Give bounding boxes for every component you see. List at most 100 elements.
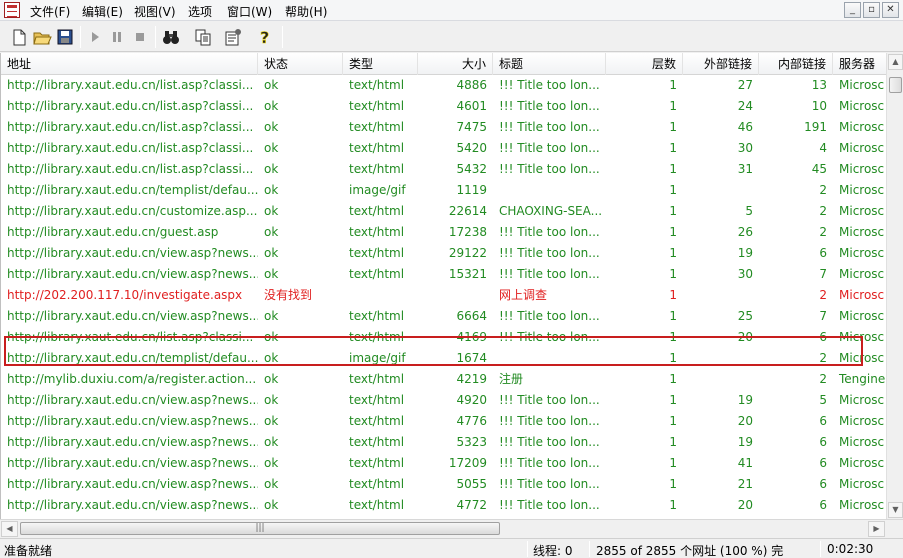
- pause-icon[interactable]: [106, 26, 128, 48]
- horizontal-scroll-thumb[interactable]: |||: [20, 522, 500, 535]
- cell-size: 29122: [448, 246, 487, 260]
- binoculars-icon[interactable]: [160, 26, 182, 48]
- cell-server: Microsc: [839, 330, 885, 344]
- table-row[interactable]: http://library.xaut.edu.cn/view.asp?news…: [1, 432, 886, 453]
- column-header-title[interactable]: 标题: [493, 53, 606, 75]
- cell-size: 4920: [456, 393, 487, 407]
- cell-type: text/html: [349, 393, 405, 407]
- cell-status: ok: [264, 456, 279, 470]
- cell-server: Microsc: [839, 162, 885, 176]
- properties-icon[interactable]: [222, 26, 244, 48]
- menu-view[interactable]: 视图(V): [134, 3, 176, 20]
- cell-internal-links: 191: [804, 120, 827, 134]
- table-row[interactable]: http://library.xaut.edu.cn/list.asp?clas…: [1, 96, 886, 117]
- table-row[interactable]: http://library.xaut.edu.cn/customize.asp…: [1, 201, 886, 222]
- app-icon[interactable]: [4, 2, 20, 18]
- help-icon[interactable]: ?: [254, 26, 276, 48]
- status-threads: 线程: 0: [533, 544, 573, 558]
- column-header-type[interactable]: 类型: [343, 53, 418, 75]
- scroll-up-icon[interactable]: ▲: [888, 54, 903, 70]
- menu-help[interactable]: 帮助(H): [285, 3, 327, 20]
- open-folder-icon[interactable]: [31, 26, 53, 48]
- cell-internal-links: 2: [819, 372, 827, 386]
- save-icon[interactable]: [54, 26, 76, 48]
- cell-server: Microsc: [839, 477, 885, 491]
- column-header-external-links[interactable]: 外部链接: [683, 53, 759, 75]
- restore-button[interactable]: ▫: [863, 2, 880, 18]
- column-header-level[interactable]: 层数: [606, 53, 683, 75]
- table-row[interactable]: http://library.xaut.edu.cn/guest.asp ok te…: [1, 222, 886, 243]
- table-row[interactable]: http://library.xaut.edu.cn/view.asp?news…: [1, 495, 886, 516]
- table-row[interactable]: http://library.xaut.edu.cn/view.asp?news…: [1, 390, 886, 411]
- toolbar-separator: [282, 26, 283, 48]
- cell-url: http://library.xaut.edu.cn/list.asp?clas…: [7, 99, 254, 113]
- table-row[interactable]: http://library.xaut.edu.cn/view.asp?news…: [1, 306, 886, 327]
- menu-options[interactable]: 选项: [188, 3, 212, 20]
- table-row[interactable]: http://library.xaut.edu.cn/list.asp?clas…: [1, 159, 886, 180]
- table-row[interactable]: http://library.xaut.edu.cn/list.asp?clas…: [1, 117, 886, 138]
- table-row[interactable]: http://library.xaut.edu.cn/view.asp?news…: [1, 243, 886, 264]
- cell-type: image/gif: [349, 351, 406, 365]
- cell-size: 1674: [456, 351, 487, 365]
- cell-url: http://library.xaut.edu.cn/list.asp?clas…: [7, 78, 254, 92]
- column-header-server[interactable]: 服务器: [833, 53, 886, 75]
- close-button[interactable]: ✕: [882, 2, 899, 18]
- cell-size: 5323: [456, 435, 487, 449]
- horizontal-scrollbar[interactable]: ◀ ||| ▶: [0, 519, 903, 537]
- cell-title: !!! Title too lon...: [499, 477, 600, 491]
- cell-external-links: 25: [737, 309, 753, 323]
- minimize-button[interactable]: _: [844, 2, 861, 18]
- table-row[interactable]: http://mylib.duxiu.com/a/register.action…: [1, 369, 886, 390]
- cell-status: ok: [264, 330, 279, 344]
- cell-url: http://202.200.117.10/investigate.aspx: [7, 288, 243, 302]
- new-file-icon[interactable]: [8, 26, 30, 48]
- cell-server: Microsc: [839, 393, 885, 407]
- stop-icon[interactable]: [129, 26, 151, 48]
- vertical-scrollbar[interactable]: ▲ ▼: [886, 53, 903, 519]
- table-row[interactable]: http://library.xaut.edu.cn/view.asp?news…: [1, 411, 886, 432]
- menu-window[interactable]: 窗口(W): [227, 3, 272, 20]
- scroll-right-icon[interactable]: ▶: [868, 521, 885, 537]
- table-row[interactable]: http://library.xaut.edu.cn/view.asp?news…: [1, 264, 886, 285]
- table-row[interactable]: http://library.xaut.edu.cn/view.asp?news…: [1, 453, 886, 474]
- column-header-url[interactable]: 地址: [1, 53, 258, 75]
- cell-server: Microsc: [839, 99, 885, 113]
- column-header-status[interactable]: 状态: [258, 53, 343, 75]
- cell-server: Microsc: [839, 498, 885, 512]
- cell-size: [418, 285, 493, 306]
- cell-type: text/html: [349, 99, 405, 113]
- play-icon[interactable]: [84, 26, 106, 48]
- cell-internal-links: 13: [811, 78, 827, 92]
- cell-status: ok: [264, 78, 279, 92]
- cell-external-links: 19: [737, 435, 753, 449]
- column-header-internal-links[interactable]: 内部链接: [759, 53, 833, 75]
- vertical-scroll-thumb[interactable]: [889, 77, 902, 93]
- table-row[interactable]: http://library.xaut.edu.cn/list.asp?clas…: [1, 327, 886, 348]
- scroll-left-icon[interactable]: ◀: [1, 521, 18, 537]
- table-row[interactable]: http://library.xaut.edu.cn/templist/defa…: [1, 348, 886, 369]
- scroll-down-icon[interactable]: ▼: [888, 502, 903, 518]
- column-header-size[interactable]: 大小: [418, 53, 493, 75]
- cell-server: Microsc: [839, 267, 885, 281]
- cell-level: 1: [669, 351, 677, 365]
- table-row[interactable]: http://library.xaut.edu.cn/view.asp?news…: [1, 474, 886, 495]
- menu-edit[interactable]: 编辑(E): [82, 3, 123, 20]
- cell-title: !!! Title too lon...: [499, 225, 600, 239]
- table-row[interactable]: http://202.200.117.10/investigate.aspx 没有…: [1, 285, 886, 306]
- cell-internal-links: 45: [811, 162, 827, 176]
- table-row[interactable]: http://library.xaut.edu.cn/list.asp?clas…: [1, 75, 886, 96]
- cell-url: http://library.xaut.edu.cn/list.asp?clas…: [7, 330, 254, 344]
- cell-status: ok: [264, 162, 279, 176]
- cell-size: 4219: [456, 372, 487, 386]
- cell-server: Microsc: [839, 309, 885, 323]
- cell-level: 1: [669, 456, 677, 470]
- cell-external-links: 41: [737, 456, 753, 470]
- cell-internal-links: 2: [819, 204, 827, 218]
- cell-title: !!! Title too lon...: [499, 435, 600, 449]
- cell-external-links: 20: [737, 330, 753, 344]
- menu-file[interactable]: 文件(F): [30, 3, 70, 20]
- table-header: 地址 状态 类型 大小 标题 层数 外部链接 内部链接 服务器: [1, 53, 886, 75]
- copy-icon[interactable]: [192, 26, 214, 48]
- table-row[interactable]: http://library.xaut.edu.cn/templist/defa…: [1, 180, 886, 201]
- table-row[interactable]: http://library.xaut.edu.cn/list.asp?clas…: [1, 138, 886, 159]
